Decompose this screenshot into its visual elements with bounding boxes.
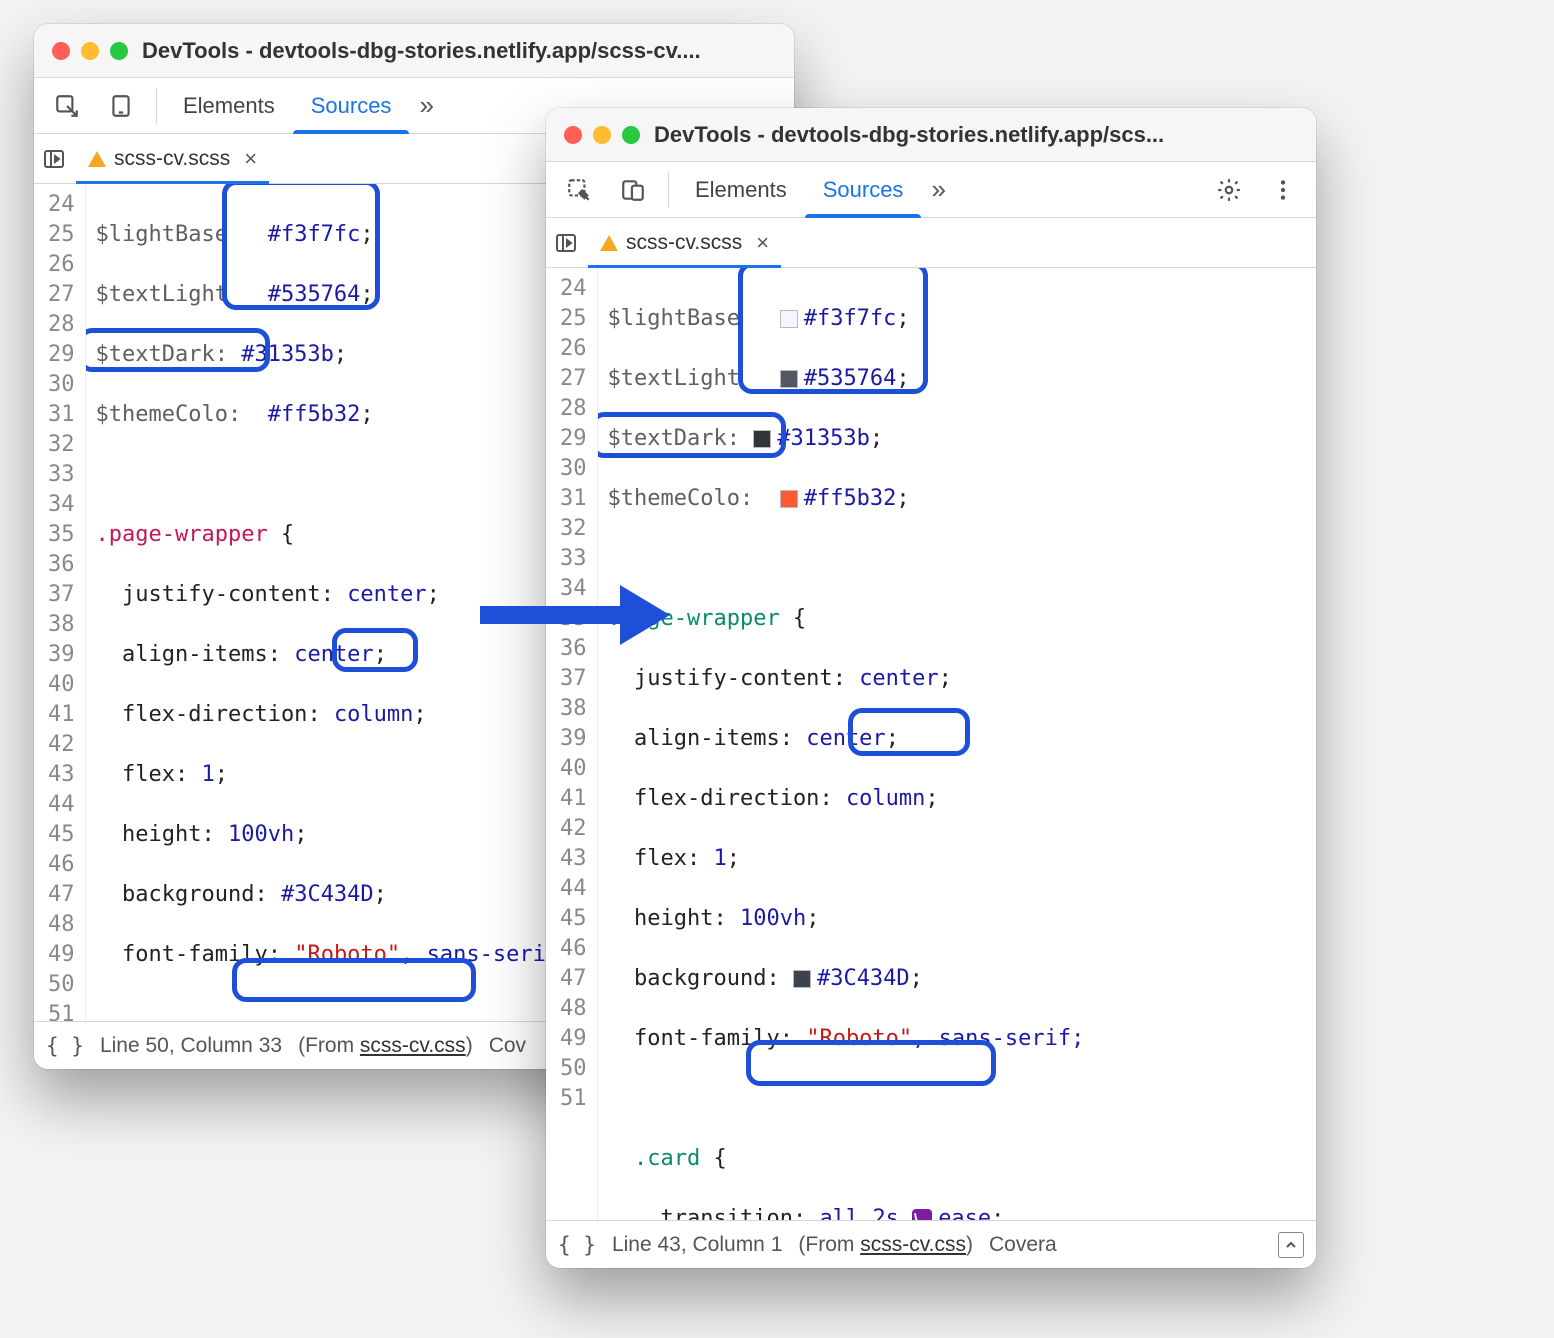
navigator-toggle-icon[interactable] — [42, 147, 66, 171]
coverage-label: Covera — [989, 1233, 1057, 1257]
close-icon[interactable] — [52, 42, 70, 60]
line-gutter: 2425262728293031323334353637383940414243… — [34, 184, 86, 1021]
main-toolbar: Elements Sources » — [546, 162, 1316, 218]
separator — [156, 88, 157, 124]
more-tabs-icon[interactable]: » — [921, 174, 955, 205]
source-map-info: (From scss-cv.css) — [798, 1233, 973, 1257]
color-swatch[interactable] — [780, 370, 798, 388]
code-editor[interactable]: 2425262728293031323334353637383940414243… — [546, 268, 1316, 1220]
color-swatch[interactable] — [780, 490, 798, 508]
cursor-position: Line 50, Column 33 — [100, 1034, 282, 1058]
inspect-icon[interactable] — [552, 169, 606, 211]
warning-icon — [600, 235, 618, 251]
drawer-toggle-icon[interactable] — [1278, 1232, 1304, 1258]
format-icon[interactable]: { } — [46, 1034, 84, 1058]
close-tab-icon[interactable]: × — [750, 230, 769, 256]
code-content[interactable]: $lightBase #f3f7fc; $textLight #535764; … — [598, 268, 1317, 1220]
tab-elements[interactable]: Elements — [165, 78, 293, 133]
tab-sources[interactable]: Sources — [293, 78, 410, 133]
more-icon[interactable] — [1256, 169, 1310, 211]
warning-icon — [88, 151, 106, 167]
window-title: DevTools - devtools-dbg-stories.netlify.… — [142, 38, 776, 64]
window-controls — [52, 42, 128, 60]
close-icon[interactable] — [564, 126, 582, 144]
inspect-icon[interactable] — [40, 85, 94, 127]
coverage-label: Cov — [489, 1034, 526, 1058]
separator — [668, 172, 669, 208]
window-controls — [564, 126, 640, 144]
color-swatch[interactable] — [753, 430, 771, 448]
cursor-position: Line 43, Column 1 — [612, 1233, 782, 1257]
close-tab-icon[interactable]: × — [238, 146, 257, 172]
file-tab[interactable]: scss-cv.scss × — [588, 218, 781, 267]
comparison-arrow — [470, 570, 670, 665]
more-tabs-icon[interactable]: » — [409, 90, 443, 121]
file-name: scss-cv.scss — [626, 231, 742, 255]
source-file-link[interactable]: scss-cv.css — [860, 1233, 966, 1256]
line-gutter: 2425262728293031323334353637383940414243… — [546, 268, 598, 1220]
gear-icon[interactable] — [1202, 169, 1256, 211]
maximize-icon[interactable] — [110, 42, 128, 60]
status-bar: { } Line 43, Column 1 (From scss-cv.css)… — [546, 1220, 1316, 1268]
file-name: scss-cv.scss — [114, 147, 230, 171]
titlebar: DevTools - devtools-dbg-stories.netlify.… — [546, 108, 1316, 162]
titlebar: DevTools - devtools-dbg-stories.netlify.… — [34, 24, 794, 78]
minimize-icon[interactable] — [593, 126, 611, 144]
source-map-info: (From scss-cv.css) — [298, 1034, 473, 1058]
color-swatch[interactable] — [793, 970, 811, 988]
format-icon[interactable]: { } — [558, 1233, 596, 1257]
minimize-icon[interactable] — [81, 42, 99, 60]
navigator-toggle-icon[interactable] — [554, 231, 578, 255]
bezier-swatch-icon[interactable] — [912, 1209, 932, 1220]
file-tab[interactable]: scss-cv.scss × — [76, 134, 269, 183]
file-tabs-bar: scss-cv.scss × — [546, 218, 1316, 268]
color-swatch[interactable] — [780, 310, 798, 328]
source-file-link[interactable]: scss-cv.css — [360, 1034, 466, 1057]
device-icon[interactable] — [94, 85, 148, 127]
device-icon[interactable] — [606, 169, 660, 211]
maximize-icon[interactable] — [622, 126, 640, 144]
tab-elements[interactable]: Elements — [677, 162, 805, 217]
tab-sources[interactable]: Sources — [805, 162, 922, 217]
window-title: DevTools - devtools-dbg-stories.netlify.… — [654, 122, 1298, 148]
devtools-window-after: DevTools - devtools-dbg-stories.netlify.… — [546, 108, 1316, 1268]
